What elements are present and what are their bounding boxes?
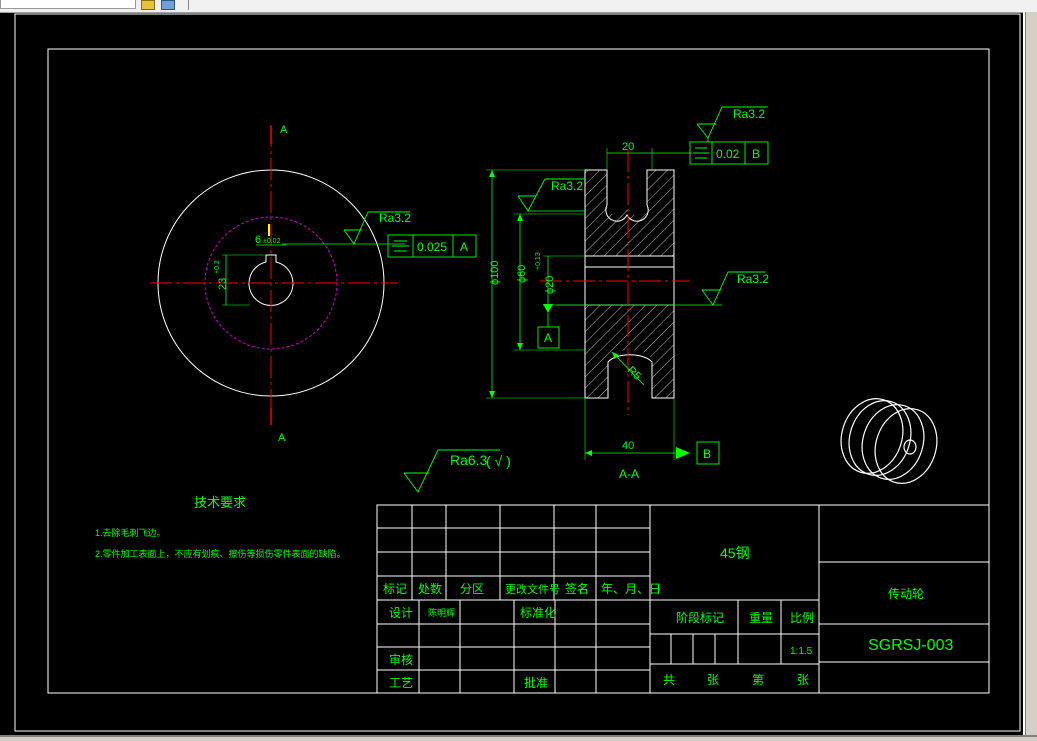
tb-h-doc: 更改文件号 [505, 582, 560, 596]
dim-keyway-depth-tol: +0.2 [214, 260, 221, 274]
window-frame-bottom [0, 735, 1037, 741]
roughness-left: Ra3.2 [379, 211, 411, 225]
window-frame-right [1023, 12, 1037, 741]
section-label-bottom: A [278, 432, 286, 444]
tb-scale-value: 1:1.5 [790, 646, 813, 657]
tb-process: 工艺 [389, 676, 413, 690]
tech-item-1: 1.去除毛刺飞边。 [95, 527, 166, 538]
dim-outer-dia: ϕ100 [489, 260, 501, 285]
dim-total-width: 40 [622, 440, 634, 452]
toolbar-separator [188, 0, 189, 10]
tb-total: 共 [663, 673, 675, 687]
tb-sheet-no: 第 [752, 673, 764, 687]
block-icon[interactable] [161, 0, 175, 10]
datum-a: A [544, 331, 552, 345]
frame-shadow [1025, 12, 1026, 741]
tb-h-sign: 签名 [565, 581, 589, 596]
pulley-3d-thumbnail [840, 398, 938, 484]
roughness-mid: Ra3.2 [551, 179, 583, 193]
command-field[interactable] [0, 0, 136, 9]
hatch-upper [585, 170, 674, 256]
tb-sheets2: 张 [797, 673, 809, 687]
tb-material: 45钢 [720, 545, 750, 561]
layer-icon[interactable] [141, 0, 155, 10]
end-view: A A 6 ±0.02 23 +0.2 Ra3.2 0.025 A [150, 124, 477, 444]
symmetry-icon [392, 240, 409, 252]
dim-bore-tol: +0.13 [535, 252, 542, 270]
dim-keyway-width-tol: ±0.02 [263, 238, 281, 245]
tb-scale-label: 比例 [790, 611, 814, 625]
tol-top-datum: B [752, 147, 760, 161]
tb-part-name: 传动轮 [888, 586, 924, 601]
datum-a-triangle [543, 304, 553, 313]
symmetry-icon [693, 147, 709, 159]
section-view: A-A 20 0.02 B Ra3.2 ϕ100 ϕ60 Ra3.2 ϕ20 +… [486, 106, 769, 481]
sheet-border-outer [14, 13, 1021, 732]
dim-bore-dia: ϕ20 [544, 276, 556, 294]
drawing-canvas[interactable]: A A 6 ±0.02 23 +0.2 Ra3.2 0.025 A A-A 20… [0, 12, 1023, 735]
section-view-label: A-A [619, 467, 639, 481]
hatch-lower [585, 305, 674, 398]
roughness-top: Ra3.2 [733, 107, 765, 121]
tb-designer: 陈明辉 [428, 607, 455, 618]
tb-weight: 重量 [749, 611, 773, 625]
tb-standardize: 标准化 [520, 606, 556, 620]
dim-keyway-depth: 23 [217, 278, 229, 290]
section-label-top: A [280, 124, 288, 136]
tb-h-date: 年、月、日 [601, 582, 661, 596]
tb-sheets: 张 [707, 673, 719, 687]
tb-design: 设计 [389, 606, 413, 620]
tb-check: 审核 [389, 652, 413, 667]
tech-item-2: 2.零件加工表面上，不应有划痕、擦伤等损伤零件表面的缺陷。 [95, 548, 346, 559]
datum-b-arrow [676, 447, 690, 459]
tol-top-value: 0.02 [716, 147, 740, 161]
tb-h-zone: 分区 [460, 582, 484, 596]
tech-title: 技术要求 [194, 495, 246, 510]
roughness-general-note: ( √ ) [486, 453, 511, 469]
tb-approve: 批准 [524, 675, 548, 690]
tb-drawing-number: SGRSJ-003 [868, 637, 953, 654]
datum-b: B [703, 447, 711, 461]
dim-hub-dia: ϕ60 [516, 265, 528, 283]
dim-groove-width: 20 [622, 141, 634, 153]
tb-h-mark: 标记 [383, 582, 407, 596]
tol-left-value: 0.025 [417, 240, 447, 254]
dim-keyway-width: 6 [255, 234, 261, 246]
tb-stage-mark: 阶段标记 [676, 610, 724, 625]
general-roughness: Ra6.3 ( √ ) [403, 449, 511, 493]
roughness-right: Ra3.2 [737, 272, 769, 286]
sheet-border-inner [47, 48, 990, 694]
tol-left-datum: A [460, 240, 468, 254]
roughness-general: Ra6.3 [450, 452, 488, 468]
tb-h-count: 处数 [418, 581, 442, 596]
title-block-text: 标记 处数 分区 更改文件号 签名 年、月、日 设计 陈明辉 标准化 审核 工艺… [383, 545, 953, 690]
tech-requirements: 技术要求 1.去除毛刺飞边。 2.零件加工表面上，不应有划痕、擦伤等损伤零件表面… [95, 495, 346, 559]
frame-bottom-line [0, 735, 1037, 737]
